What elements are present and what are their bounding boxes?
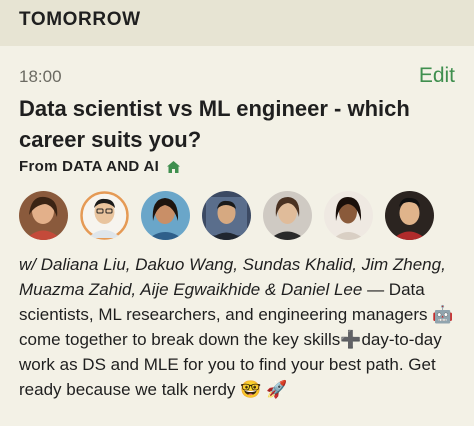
section-header: TOMORROW (0, 0, 474, 46)
avatar[interactable] (80, 191, 129, 240)
club-name[interactable]: DATA AND AI (62, 158, 159, 175)
event-description: w/ Daliana Liu, Dakuo Wang, Sundas Khali… (19, 252, 464, 402)
avatar[interactable] (19, 191, 68, 240)
club-line[interactable]: From DATA AND AI (19, 158, 181, 175)
avatar[interactable] (202, 191, 251, 240)
house-icon (166, 160, 181, 174)
event-title: Data scientist vs ML engineer - which ca… (19, 96, 410, 152)
event-time: 18:00 (19, 67, 62, 86)
avatar[interactable] (385, 191, 434, 240)
event-card[interactable]: 18:00 Edit Data scientist vs ML engineer… (0, 46, 474, 426)
avatar[interactable] (324, 191, 373, 240)
section-label: TOMORROW (19, 9, 141, 30)
edit-button[interactable]: Edit (419, 64, 455, 88)
avatar[interactable] (141, 191, 190, 240)
avatar[interactable] (263, 191, 312, 240)
speaker-avatars (19, 191, 434, 240)
club-prefix: From (19, 158, 58, 175)
